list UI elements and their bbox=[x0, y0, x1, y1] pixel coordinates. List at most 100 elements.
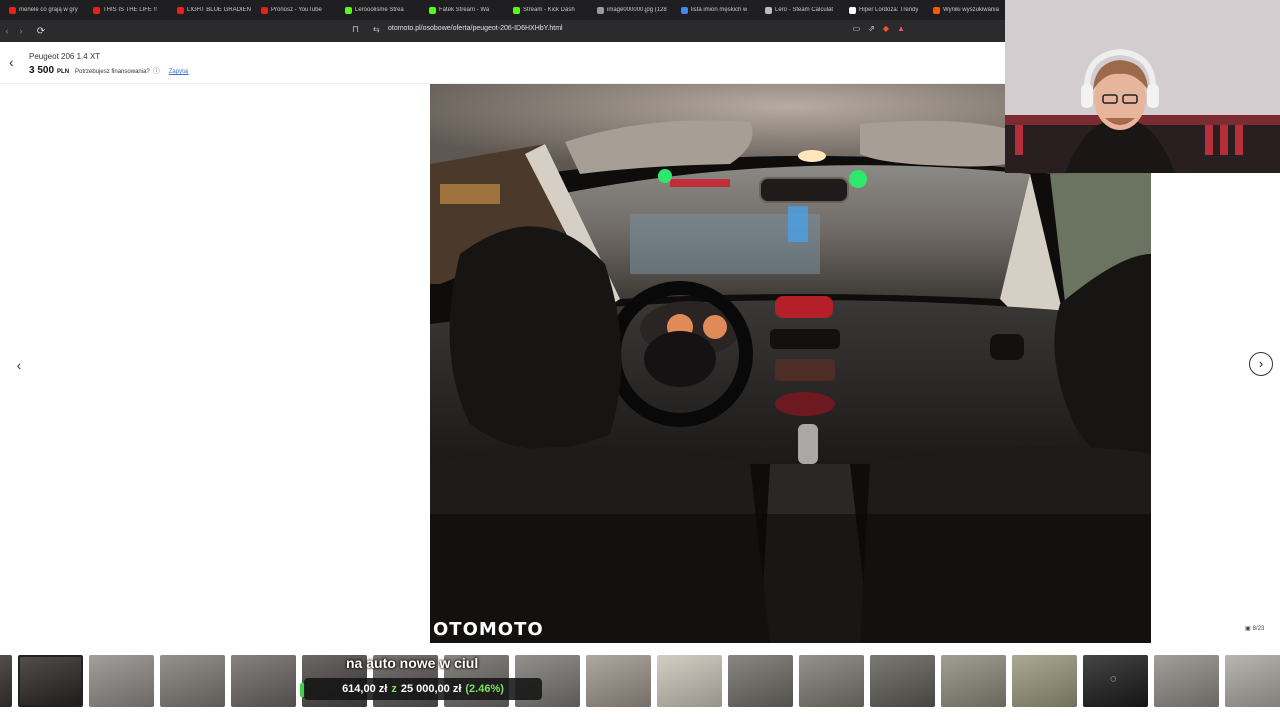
thumbnail-image bbox=[1154, 655, 1219, 707]
browser-tab[interactable]: Stream - Kick Dash bbox=[508, 0, 592, 20]
photo-thumbnail[interactable] bbox=[444, 655, 509, 707]
browser-tab-bar: menele co grają w gry THIS IS THE LIFE !!… bbox=[0, 0, 1005, 20]
photo-thumbnail[interactable] bbox=[160, 655, 225, 707]
photo-counter: ▣ 8/23 bbox=[1245, 625, 1265, 633]
info-icon[interactable]: ⓘ bbox=[153, 66, 160, 76]
photo-thumbnail[interactable] bbox=[373, 655, 438, 707]
thumbnail-image bbox=[302, 655, 367, 707]
browser-tab[interactable]: Lero - Steam Calculat bbox=[760, 0, 844, 20]
listing-title: Peugeot 206 1.4 XT bbox=[29, 52, 101, 61]
photo-thumbnail[interactable] bbox=[657, 655, 722, 707]
browser-tab[interactable]: Hiper Lordoza: Trendy bbox=[844, 0, 928, 20]
browser-tab-label: Hiper Lordoza: Trendy bbox=[859, 7, 919, 13]
thumbnail-image bbox=[160, 655, 225, 707]
forward-icon[interactable]: › bbox=[14, 20, 28, 42]
photo-thumbnail[interactable] bbox=[941, 655, 1006, 707]
photo-thumbnail[interactable] bbox=[586, 655, 651, 707]
thumbnail-image bbox=[1012, 655, 1077, 707]
camera-icon: ▣ bbox=[1245, 626, 1251, 632]
price-value: 3 500 bbox=[29, 65, 55, 76]
browser-tab[interactable]: THIS IS THE LIFE !! bbox=[88, 0, 172, 20]
webcam-feed bbox=[1005, 0, 1280, 173]
photo-thumbnail[interactable] bbox=[728, 655, 793, 707]
thumbnail-image bbox=[1225, 655, 1280, 707]
browser-tab[interactable]: lista imion męskich w bbox=[676, 0, 760, 20]
browser-tab-label: menele co grają w gry bbox=[19, 7, 78, 13]
browser-tab-label: Lerooolisme Strea bbox=[355, 7, 404, 13]
thumbnail-strip: ◌ bbox=[0, 655, 1280, 709]
photo-thumbnail[interactable] bbox=[0, 655, 12, 707]
browser-tab-label: Stream - Kick Dash bbox=[523, 7, 575, 13]
thumbnail-image bbox=[799, 655, 864, 707]
allegro-icon bbox=[933, 6, 940, 14]
tiktok-icon bbox=[849, 6, 856, 14]
browser-tab[interactable]: Fatek Stream - Wa bbox=[424, 0, 508, 20]
address-bar[interactable]: otomoto.pl/osobowe/oferta/peugeot-206-ID… bbox=[388, 25, 563, 32]
browser-tab-label: Wyniki wyszukiwania bbox=[943, 7, 999, 13]
google-icon bbox=[681, 6, 688, 14]
browser-tab-label: Fatek Stream - Wa bbox=[439, 7, 490, 13]
browser-tab-label: image000000.jpg (128 bbox=[607, 7, 667, 13]
photo-thumbnail[interactable] bbox=[1154, 655, 1219, 707]
browser-tab[interactable]: menele co grają w gry bbox=[4, 0, 88, 20]
next-photo-button[interactable]: › bbox=[1249, 352, 1273, 376]
doc-icon bbox=[765, 6, 772, 14]
thumbnail-image bbox=[657, 655, 722, 707]
photo-thumbnail[interactable] bbox=[799, 655, 864, 707]
photo-thumbnail[interactable] bbox=[231, 655, 296, 707]
thumbnail-image bbox=[515, 655, 580, 707]
browser-tab[interactable]: Pronosz - YouTube bbox=[256, 0, 340, 20]
photo-thumbnail[interactable] bbox=[302, 655, 367, 707]
listing-header: ‹ Peugeot 206 1.4 XT 3 500 PLN Potrzebuj… bbox=[0, 42, 1005, 84]
screen: menele co grają w gry THIS IS THE LIFE !!… bbox=[0, 0, 1280, 720]
thumbnail-image bbox=[0, 655, 12, 707]
photo-thumbnail[interactable] bbox=[515, 655, 580, 707]
kick-icon bbox=[513, 6, 520, 14]
browser-tab-label: Pronosz - YouTube bbox=[271, 7, 322, 13]
photo-counter-text: 8/23 bbox=[1252, 625, 1265, 632]
price-currency: PLN bbox=[57, 69, 70, 75]
browser-tab[interactable]: Wyniki wyszukiwania bbox=[928, 0, 1005, 20]
streamer-webcam-image bbox=[1005, 0, 1280, 173]
cast-icon[interactable]: ▭ bbox=[853, 24, 861, 33]
kick-icon bbox=[429, 6, 436, 14]
toolbar-actions: ▭ ⇗ ◆ ▲ bbox=[853, 24, 905, 33]
photo-thumbnail[interactable] bbox=[89, 655, 154, 707]
finance-question: Potrzebujesz finansowania? bbox=[75, 69, 150, 75]
browser-tab[interactable]: Lerooolisme Strea bbox=[340, 0, 424, 20]
photo-thumbnail[interactable] bbox=[18, 655, 83, 707]
youtube-icon bbox=[177, 6, 184, 14]
site-settings-icon[interactable]: ⇆ bbox=[373, 25, 380, 34]
browser-tab[interactable]: LIGHT BLUE GRADIEN bbox=[172, 0, 256, 20]
bookmark-icon[interactable]: ⊓ bbox=[352, 24, 359, 35]
globe-icon bbox=[597, 6, 604, 14]
thumbnail-image bbox=[20, 657, 81, 705]
browser-tab-label: THIS IS THE LIFE !! bbox=[103, 7, 157, 13]
browser-tab[interactable]: image000000.jpg (128 bbox=[592, 0, 676, 20]
kick-icon bbox=[345, 6, 352, 14]
chat-icon: ◌ bbox=[1110, 673, 1117, 685]
ask-link[interactable]: Zapytaj bbox=[169, 69, 189, 75]
photo-thumbnail[interactable] bbox=[870, 655, 935, 707]
thumbnail-image bbox=[870, 655, 935, 707]
thumbnail-image bbox=[728, 655, 793, 707]
photo-thumbnail[interactable] bbox=[1012, 655, 1077, 707]
youtube-icon bbox=[93, 6, 100, 14]
browser-toolbar: ‹ › ⟳ ⊓ ⇆ otomoto.pl/osobowe/oferta/peug… bbox=[0, 20, 1005, 42]
price-line: 3 500 PLN Potrzebujesz finansowania? ⓘ Z… bbox=[29, 65, 188, 76]
photo-thumbnail[interactable] bbox=[1225, 655, 1280, 707]
chat-thumbnail[interactable]: ◌ bbox=[1083, 655, 1148, 707]
thumbnail-image bbox=[586, 655, 651, 707]
otomoto-watermark: OTOMOTO bbox=[433, 619, 544, 640]
back-icon[interactable]: ‹ bbox=[0, 20, 14, 42]
brave-rewards-icon[interactable]: ▲ bbox=[897, 24, 905, 33]
reload-icon[interactable]: ⟳ bbox=[34, 20, 48, 42]
brave-shield-icon[interactable]: ◆ bbox=[883, 24, 889, 33]
youtube-icon bbox=[9, 6, 16, 14]
browser-tab-label: lista imion męskich w bbox=[691, 7, 748, 13]
previous-photo-button[interactable]: ‹ bbox=[10, 356, 28, 374]
browser-tab-label: LIGHT BLUE GRADIEN bbox=[187, 7, 251, 13]
back-arrow-icon[interactable]: ‹ bbox=[9, 55, 14, 69]
thumbnail-image bbox=[373, 655, 438, 707]
share-icon[interactable]: ⇗ bbox=[868, 24, 875, 33]
